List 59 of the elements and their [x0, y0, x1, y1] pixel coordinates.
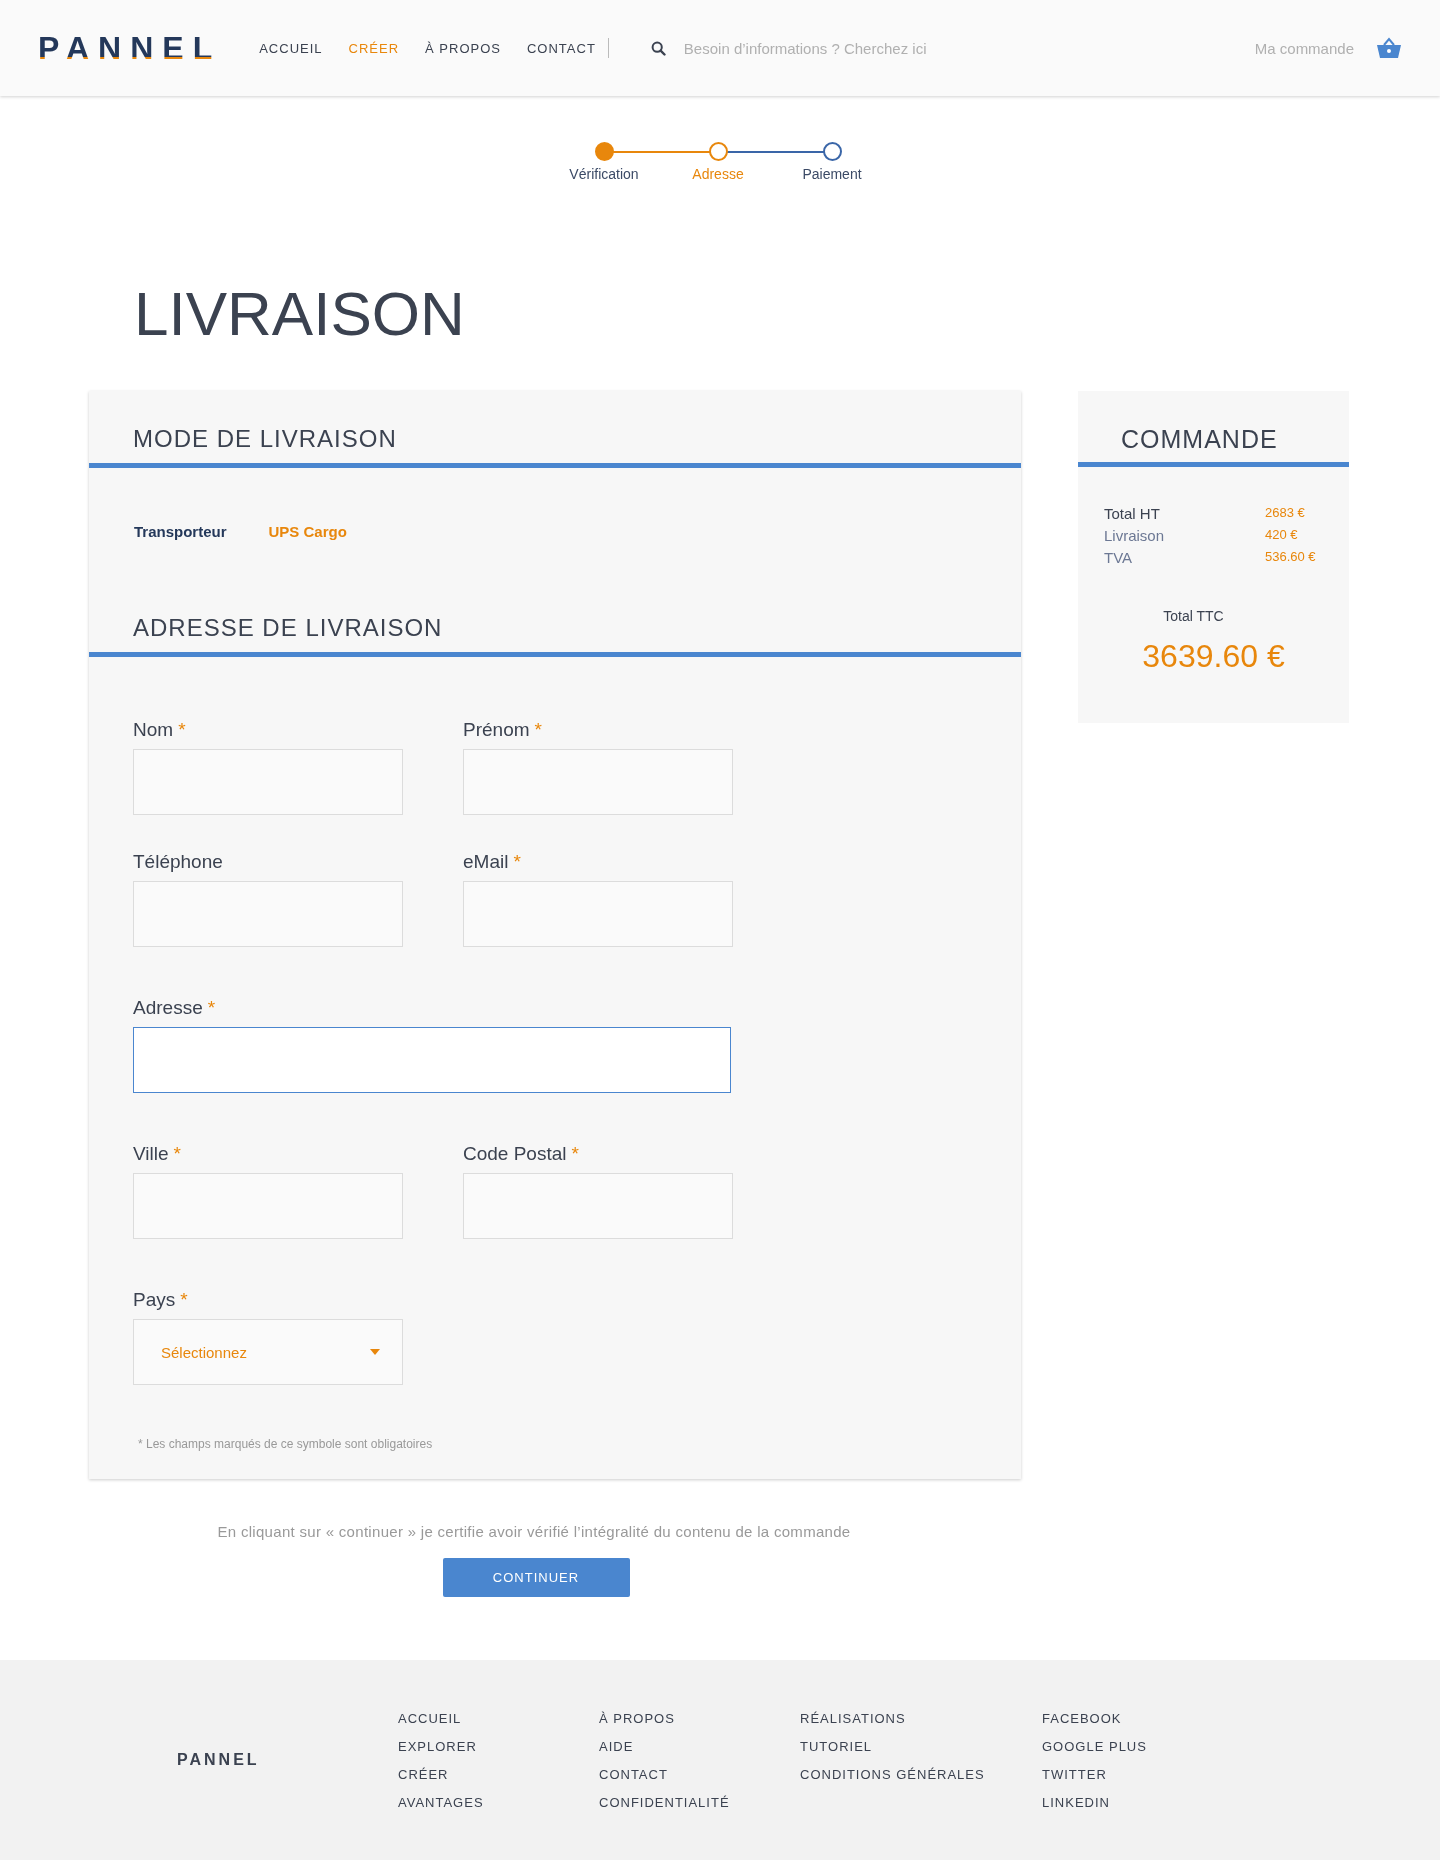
section-heading: ADRESSE DE LIVRAISON — [132, 613, 444, 643]
required-mark: * — [178, 719, 186, 741]
field-label: Nom — [133, 719, 174, 741]
carrier-value: UPS Cargo — [268, 523, 347, 540]
nav-link[interactable]: CONTACT — [527, 40, 596, 56]
summary-value: 536.60 € — [1265, 549, 1317, 566]
caret-icon — [370, 1349, 380, 1355]
basket-icon[interactable] — [1376, 37, 1402, 59]
search-icon[interactable] — [650, 40, 666, 56]
footer-link[interactable]: GOOGLE PLUS — [1042, 1738, 1147, 1754]
footer-link[interactable]: TUTORIEL — [800, 1738, 1042, 1754]
required-mark: * — [173, 1143, 181, 1165]
search-field[interactable]: Besoin d’informations ? Cherchez ici — [681, 38, 1086, 58]
step-label: Paiement — [802, 166, 862, 182]
required-mark: * — [513, 851, 521, 873]
footer-link[interactable]: TWITTER — [1042, 1766, 1147, 1782]
footer-link[interactable]: FACEBOOK — [1042, 1710, 1147, 1726]
field-label: Adresse — [133, 997, 203, 1019]
footer-link[interactable]: EXPLORER — [398, 1738, 599, 1754]
footer-link[interactable]: ACCUEIL — [398, 1710, 599, 1726]
required-mark: * — [180, 1289, 188, 1311]
carrier-label: Transporteur — [134, 523, 227, 540]
required-mark: * — [571, 1143, 579, 1165]
input-field[interactable] — [133, 1027, 731, 1093]
summary-label: TVA — [1104, 549, 1134, 566]
field-label: Ville — [133, 1143, 169, 1165]
summary-label: Total HT — [1104, 505, 1161, 522]
footer-logo[interactable]: PANNEL — [177, 1751, 398, 1769]
footer-link[interactable]: LINKEDIN — [1042, 1794, 1147, 1810]
footer-link[interactable]: CONDITIONS GÉNÉRALES — [800, 1766, 1042, 1782]
continue-button[interactable]: CONTINUER — [442, 1558, 630, 1597]
footer-link[interactable]: AVANTAGES — [398, 1794, 599, 1810]
required-mark: * — [534, 719, 542, 741]
page-title: LIVRAISON — [134, 278, 466, 349]
nav-link[interactable]: À PROPOS — [425, 40, 501, 56]
consent-text: En cliquant sur « continuer » je certifie avoir vérifié l’intégralité du contenu de la commande — [217, 1523, 851, 1540]
step-label: Vérification — [569, 166, 639, 182]
field-label: eMail — [463, 851, 509, 873]
required-mark: * — [207, 997, 216, 1019]
footer-link[interactable]: CRÉER — [398, 1766, 599, 1782]
footer-link[interactable]: CONTACT — [599, 1766, 800, 1782]
total-label: Total TTC — [1162, 608, 1225, 624]
footer-link[interactable]: AIDE — [599, 1738, 800, 1754]
nav-link[interactable]: ACCUEIL — [259, 40, 323, 56]
section-heading: MODE DE LIVRAISON — [132, 424, 398, 454]
required-note: * Les champs marqués de ce symbole sont obligatoires — [138, 1437, 434, 1451]
section-heading: COMMANDE — [1120, 424, 1279, 455]
footer-link[interactable]: RÉALISATIONS — [800, 1710, 1042, 1726]
field-label: Pays — [133, 1289, 176, 1311]
summary-value: 420 € — [1265, 527, 1299, 544]
summary-label: Livraison — [1104, 527, 1166, 544]
field-label: Prénom — [463, 719, 530, 741]
total-amount: 3639.60 € — [1141, 638, 1286, 675]
footer-link[interactable]: À PROPOS — [599, 1710, 800, 1726]
summary-value: 2683 € — [1265, 505, 1306, 522]
field-label: Code Postal — [463, 1143, 567, 1165]
footer-link[interactable]: CONFIDENTIALITÉ — [599, 1794, 800, 1810]
step-label: Adresse — [692, 166, 744, 182]
field-label: Téléphone — [133, 851, 223, 873]
